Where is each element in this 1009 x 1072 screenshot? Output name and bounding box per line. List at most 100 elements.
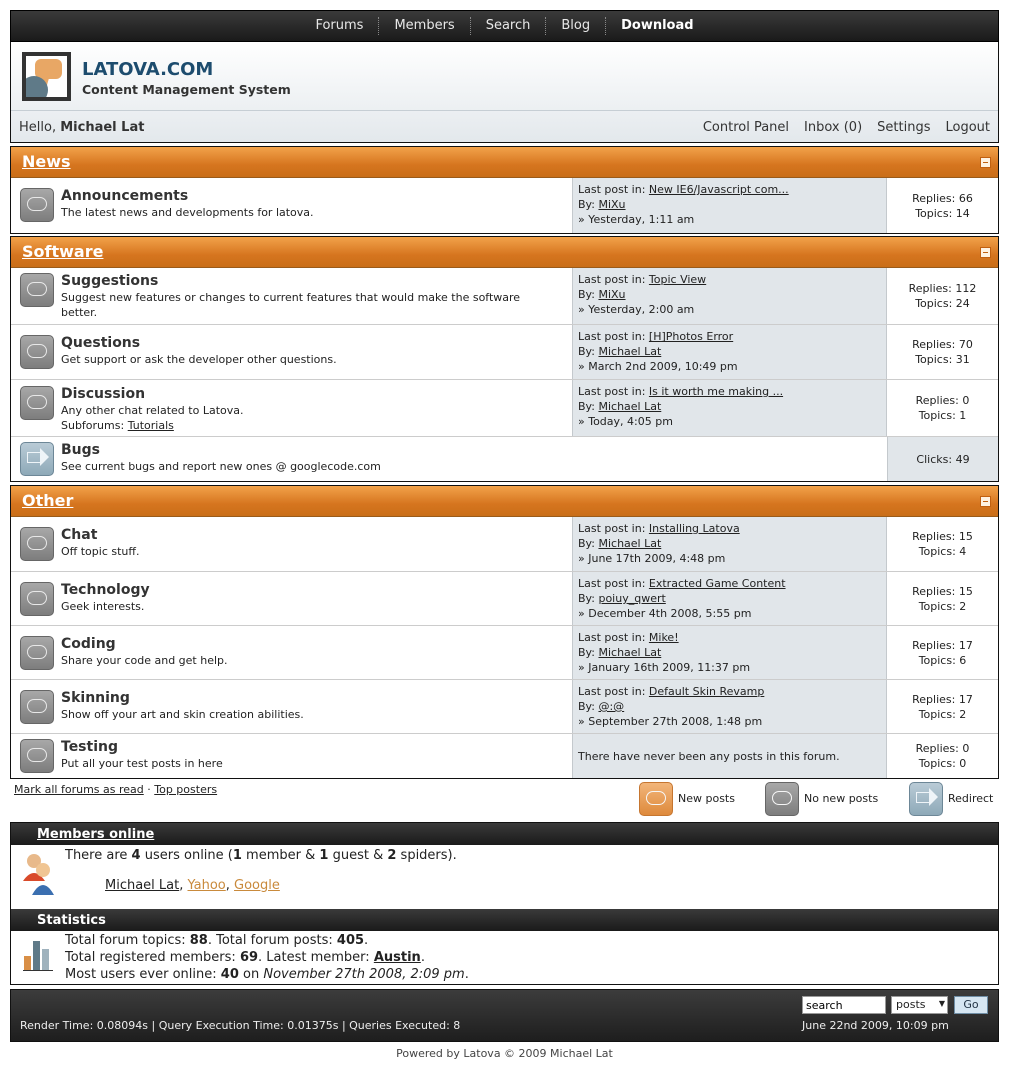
- last-post-time: » June 17th 2009, 4:48 pm: [578, 552, 726, 565]
- replies-count: Replies: 15: [912, 530, 973, 543]
- nav-forums[interactable]: Forums: [300, 17, 378, 35]
- search-type-select[interactable]: posts: [891, 996, 948, 1014]
- forum-row: Discussion Any other chat related to Lat…: [11, 379, 998, 436]
- forum-name[interactable]: Questions: [61, 335, 140, 351]
- link-separator: ·: [147, 783, 151, 796]
- forum-name[interactable]: Coding: [61, 636, 116, 652]
- forum-description: See current bugs and report new ones @ g…: [61, 460, 381, 473]
- category-other: Other Chat Off topic stuff. Last post in…: [10, 485, 999, 779]
- last-post: Last post in: [H]Photos Error By: Michae…: [572, 325, 887, 379]
- last-post-author[interactable]: poiuy_qwert: [598, 592, 665, 605]
- go-button[interactable]: Go: [954, 996, 988, 1014]
- forum-stats: Replies: 15 Topics: 4: [887, 517, 998, 571]
- by-label: By:: [578, 198, 595, 211]
- online-users-list: Michael Lat, Yahoo, Google: [105, 878, 280, 893]
- category-title[interactable]: News: [22, 152, 71, 171]
- user-bar: Hello, Michael Lat Control Panel Inbox (…: [11, 110, 998, 143]
- clicks-count: Clicks: 49: [887, 437, 998, 481]
- last-post: Last post in: Extracted Game Content By:…: [572, 572, 887, 625]
- last-post-label: Last post in:: [578, 385, 646, 398]
- forum-icon: [20, 386, 54, 420]
- greeting-username[interactable]: Michael Lat: [60, 120, 144, 135]
- nav-search[interactable]: Search: [469, 17, 546, 35]
- inbox-link[interactable]: Inbox (0): [804, 120, 862, 135]
- last-post: Last post in: Mike! By: Michael Lat » Ja…: [572, 626, 887, 679]
- forum-name[interactable]: Skinning: [61, 690, 130, 706]
- last-post-topic[interactable]: Installing Latova: [649, 522, 740, 535]
- stat-topics-posts: Total forum topics: 88. Total forum post…: [65, 933, 369, 948]
- site-logo[interactable]: [22, 52, 71, 101]
- site-title[interactable]: LATOVA.COM: [82, 59, 213, 80]
- last-post-author[interactable]: @:@: [598, 700, 624, 713]
- forum-icon: [20, 739, 54, 773]
- last-post-topic[interactable]: New IE6/Javascript com...: [649, 183, 789, 196]
- top-posters-link[interactable]: Top posters: [154, 783, 217, 796]
- category-title[interactable]: Software: [22, 242, 103, 261]
- last-post-topic[interactable]: Extracted Game Content: [649, 577, 786, 590]
- statistics-title: Statistics: [37, 913, 106, 928]
- powered-by: Powered by Latova © 2009 Michael Lat: [396, 1047, 613, 1060]
- nav-blog[interactable]: Blog: [545, 17, 605, 35]
- stat-label: Most users ever online:: [65, 967, 217, 982]
- control-panel-link[interactable]: Control Panel: [703, 120, 789, 135]
- forum-icon: [20, 188, 54, 222]
- statistics-header: Statistics: [11, 909, 998, 931]
- no-new-posts-icon: [765, 782, 799, 816]
- last-post-author[interactable]: MiXu: [598, 288, 625, 301]
- last-post-author[interactable]: Michael Lat: [598, 537, 661, 550]
- nav-download[interactable]: Download: [605, 17, 708, 35]
- nav-members[interactable]: Members: [378, 17, 469, 35]
- online-spider-link[interactable]: Yahoo: [188, 878, 226, 893]
- last-post-author[interactable]: MiXu: [598, 198, 625, 211]
- members-online-title[interactable]: Members online: [37, 827, 154, 842]
- forum-name[interactable]: Testing: [61, 739, 118, 755]
- online-user-link[interactable]: Michael Lat: [105, 878, 179, 893]
- forum-description-text: Any other chat related to Latova.: [61, 404, 244, 417]
- last-post-time: » January 16th 2009, 11:37 pm: [578, 661, 751, 674]
- settings-link[interactable]: Settings: [877, 120, 930, 135]
- forum-name[interactable]: Technology: [61, 582, 150, 598]
- last-post: Last post in: New IE6/Javascript com... …: [572, 178, 887, 233]
- forum-name[interactable]: Suggestions: [61, 273, 158, 289]
- logout-link[interactable]: Logout: [945, 120, 990, 135]
- stat-posts-value: 405: [336, 933, 365, 948]
- forum-name[interactable]: Bugs: [61, 442, 100, 458]
- stat-label: on: [243, 967, 260, 982]
- replies-count: Replies: 17: [912, 692, 973, 706]
- new-posts-icon: [639, 782, 673, 816]
- online-spider-link[interactable]: Google: [234, 878, 280, 893]
- last-post-time: » September 27th 2008, 1:48 pm: [578, 715, 763, 728]
- online-text: There are: [65, 848, 128, 863]
- last-post-topic[interactable]: Topic View: [649, 273, 706, 286]
- last-post: Last post in: Default Skin Revamp By: @:…: [572, 680, 887, 733]
- forum-name[interactable]: Announcements: [61, 188, 188, 204]
- category-title[interactable]: Other: [22, 491, 73, 510]
- stat-topics-value: 88: [189, 933, 208, 948]
- forum-icon: [20, 690, 54, 724]
- stat-label: . Total forum posts:: [207, 933, 333, 948]
- last-post-time: » December 4th 2008, 5:55 pm: [578, 607, 752, 620]
- forum-name[interactable]: Chat: [61, 527, 97, 543]
- last-post-topic[interactable]: Is it worth me making ...: [649, 385, 783, 398]
- topics-count: Topics: 14: [915, 206, 970, 220]
- replies-count: Replies: 66: [912, 191, 973, 205]
- collapse-icon[interactable]: [980, 157, 991, 168]
- forum-name[interactable]: Discussion: [61, 386, 145, 402]
- mark-all-read-link[interactable]: Mark all forums as read: [14, 783, 144, 796]
- latest-member-link[interactable]: Austin: [374, 950, 421, 965]
- last-post-topic[interactable]: Default Skin Revamp: [649, 685, 764, 698]
- last-post-topic[interactable]: Mike!: [649, 631, 679, 644]
- replies-count: Replies: 15: [912, 584, 973, 598]
- last-post-author[interactable]: Michael Lat: [598, 400, 661, 413]
- by-label: By:: [578, 400, 595, 413]
- last-post-author[interactable]: Michael Lat: [598, 646, 661, 659]
- forum-icon: [20, 273, 54, 307]
- search-input[interactable]: [802, 996, 886, 1014]
- by-label: By:: [578, 537, 595, 550]
- last-post-topic[interactable]: [H]Photos Error: [649, 330, 733, 343]
- greeting-text: Hello,: [19, 119, 57, 135]
- subforum-link[interactable]: Tutorials: [128, 419, 174, 432]
- collapse-icon[interactable]: [980, 496, 991, 507]
- collapse-icon[interactable]: [980, 247, 991, 258]
- last-post-author[interactable]: Michael Lat: [598, 345, 661, 358]
